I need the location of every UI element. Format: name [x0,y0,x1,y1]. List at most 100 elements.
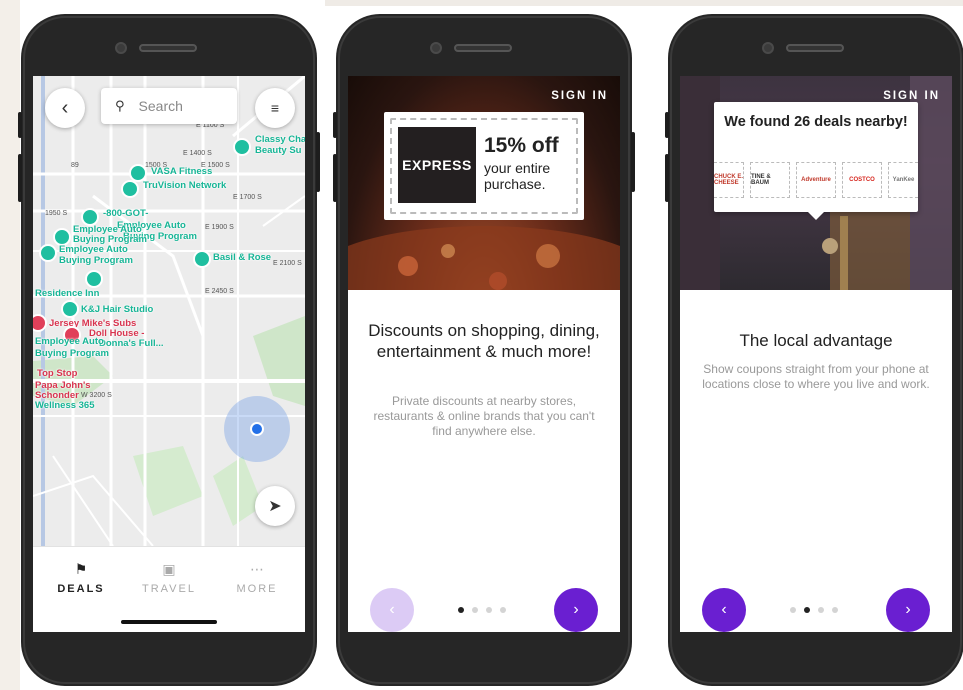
coupon-subtext: your entire purchase. [484,160,551,192]
more-dots-icon: ⋯ [250,561,264,577]
chevron-right-icon: › [905,601,911,618]
previous-button[interactable]: ‹ [370,588,414,632]
phone-side-button [18,112,22,138]
home-indicator[interactable] [121,620,217,624]
onboarding-screen-2: SIGN IN We found 26 deals nearby! CHUCK … [680,76,952,632]
street-label: E 1400 S [183,150,212,157]
highway-shield: 89 [71,162,79,169]
street-label: E 1900 S [205,224,234,231]
brand-logo: YanKee [888,162,918,198]
page-dot [458,607,464,613]
page-dot [790,607,796,613]
tab-deals[interactable]: ⚑ DEALS [41,561,121,595]
brand-logos: CHUCK E. CHEESE TINE & BAUM Adventure CO… [714,162,918,198]
pin-label: Wellness 365 [35,400,95,411]
page-dot [832,607,838,613]
brand-logo: TINE & BAUM [750,162,790,198]
phone-power-button [631,132,635,192]
pin-label: Classy Cha [255,134,305,145]
sign-in-link[interactable]: SIGN IN [883,90,940,102]
chevron-right-icon: › [573,601,579,618]
phone-power-button [316,132,320,192]
phone-map: E 1100 S E 1400 S E 1500 S 1500 S E 1700… [18,14,320,686]
pin-label: Residence Inn [35,288,100,299]
speaker-grille [139,44,197,52]
pin-label: VASA Fitness [151,166,213,177]
brand-logo: EXPRESS [398,127,476,203]
pin-label: Employee Auto [59,244,128,255]
camera-icon [762,42,774,54]
pin-label: Buying Program [35,348,109,359]
map-view[interactable]: E 1100 S E 1400 S E 1500 S 1500 S E 1700… [33,76,305,546]
page-margin-left [0,0,20,690]
tab-label: TRAVEL [142,583,196,595]
tag-icon: ⚑ [74,561,88,577]
next-button[interactable]: › [886,588,930,632]
tab-label: DEALS [57,583,105,595]
hero-image: SIGN IN EXPRESS 15% off your entire purc… [348,76,620,290]
current-location-dot [250,422,264,436]
deals-found-title: We found 26 deals nearby! [724,114,908,130]
page-background-strip [325,0,963,6]
phone-onboarding-1: SIGN IN EXPRESS 15% off your entire purc… [333,14,635,686]
tab-travel[interactable]: ▣ TRAVEL [129,561,209,595]
map-screen: E 1100 S E 1400 S E 1500 S 1500 S E 1700… [33,76,305,632]
page-indicator [458,607,506,613]
hero-image: SIGN IN We found 26 deals nearby! CHUCK … [680,76,952,290]
filter-icon: ≡ [270,100,280,116]
previous-button[interactable]: ‹ [702,588,746,632]
street-label: E 2450 S [205,288,234,295]
onboarding-title: Discounts on shopping, dining, entertain… [368,321,600,361]
pin-label: -800-GOT- [103,208,149,219]
search-icon: ⚲ [115,98,125,113]
briefcase-icon: ▣ [162,561,176,577]
coupon-card: EXPRESS 15% off your entire purchase. [384,112,584,220]
brand-logo: Adventure [796,162,836,198]
phone-volume-button [333,154,337,202]
sign-in-link[interactable]: SIGN IN [551,90,608,102]
onboarding-title: The local advantage [739,331,893,350]
map-pin[interactable] [193,250,211,268]
camera-icon [430,42,442,54]
street-label: E 2100 S [273,260,302,267]
camera-icon [115,42,127,54]
speaker-grille [786,44,844,52]
search-input[interactable] [138,98,229,114]
brand-logo: COSTCO [842,162,882,198]
pin-label: Employee Auto [35,336,104,347]
onboarding-description: Show coupons straight from your phone at… [702,362,930,391]
street-label: W 3200 S [81,392,112,399]
phone-onboarding-2: SIGN IN We found 26 deals nearby! CHUCK … [665,14,963,686]
pin-label: TruVision Network [143,180,227,191]
map-pin[interactable] [233,138,251,156]
page-dot [818,607,824,613]
filter-button[interactable]: ≡ [255,88,295,128]
map-pin[interactable] [121,180,139,198]
map-pin[interactable] [61,300,79,318]
page-dot [472,607,478,613]
coupon-headline: 15% off [484,134,559,157]
map-pin[interactable] [39,244,57,262]
phone-side-button [665,112,669,138]
page-dot [804,607,810,613]
pin-label: Beauty Su [255,145,302,156]
page-dot [486,607,492,613]
back-button[interactable]: ‹ [45,88,85,128]
pin-label: Top Stop [37,368,78,379]
brand-logo: CHUCK E. CHEESE [714,162,744,198]
street-label: E 1700 S [233,194,262,201]
pin-label: K&J Hair Studio [81,304,154,315]
pin-label: Basil & Rose [213,252,272,263]
search-box[interactable]: ⚲ [101,88,237,124]
tab-more[interactable]: ⋯ MORE [217,561,297,595]
phone-volume-button [665,154,669,202]
next-button[interactable]: › [554,588,598,632]
locate-me-button[interactable]: ➤ [255,486,295,526]
speaker-grille [454,44,512,52]
back-arrow-icon: ‹ [61,96,69,119]
map-pin[interactable] [85,270,103,288]
pin-label: Buying Program [59,255,133,266]
tab-label: MORE [236,583,278,595]
deals-found-bubble: We found 26 deals nearby! CHUCK E. CHEES… [714,102,918,220]
onboarding-description: Private discounts at nearby stores, rest… [373,394,595,438]
